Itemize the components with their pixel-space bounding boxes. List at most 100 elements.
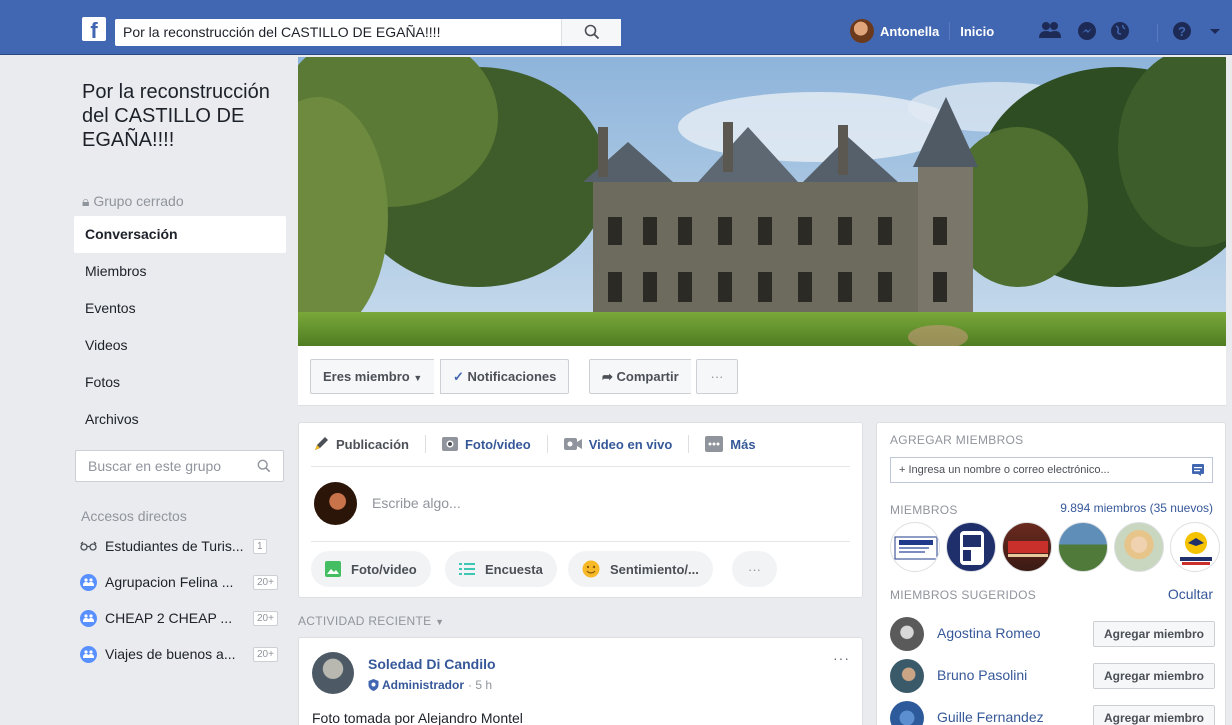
add-members-heading: AGREGAR MIEMBROS [890,433,1024,447]
tab-label: Más [730,436,756,452]
group-title[interactable]: Por la reconstrucción del CASTILLO DE EG… [82,80,282,152]
friend-requests-icon[interactable] [1038,21,1062,39]
more-options-pill[interactable]: ··· [732,551,777,587]
notifications-button[interactable]: ✓ Notificaciones [440,359,570,394]
feeling-pill[interactable]: Sentimiento/... [568,551,713,587]
shortcut-label: Agrupacion Felina ... [105,574,234,590]
group-privacy-status: 🔒︎ Grupo cerrado [82,193,184,210]
share-button[interactable]: ➦ Compartir [589,359,691,394]
author-role[interactable]: Administrador [382,678,464,692]
group-search-input[interactable] [76,451,246,481]
suggested-member-avatar[interactable] [890,701,924,725]
tab-divider [546,435,548,453]
post-meta: Administrador · 5 h [368,678,492,692]
nav-item-events[interactable]: Eventos [74,290,286,327]
nav-item-members[interactable]: Miembros [74,253,286,290]
composer-input[interactable]: Escribe algo... [372,495,461,511]
member-avatars [890,522,1226,572]
nav-item-videos[interactable]: Videos [74,327,286,364]
tab-label: Foto/video [464,436,531,452]
chevron-down-icon[interactable] [1209,28,1221,36]
search-icon [584,24,600,40]
activity-label: ACTIVIDAD RECIENTE [298,614,432,628]
caret-down-icon: ▼ [413,373,423,383]
add-member-field[interactable] [890,457,1213,483]
shortcut-item[interactable]: CHEAP 2 CHEAP ... 20+ [80,600,285,636]
suggested-members-heading: MIEMBROS SUGERIDOS [890,588,1037,602]
suggested-member-avatar[interactable] [890,659,924,693]
photo-video-pill[interactable]: Foto/video [311,551,431,587]
nav-item-files[interactable]: Archivos [74,401,286,438]
tab-label: Video en vivo [588,436,673,452]
notifications-globe-icon[interactable] [1110,21,1130,41]
shortcut-item[interactable]: Estudiantes de Turis... 1 [80,528,285,564]
post-options-button[interactable]: ··· [833,650,850,666]
member-status-button[interactable]: Eres miembro ▼ [310,359,435,394]
tab-photo-video[interactable]: Foto/video [441,436,531,452]
tab-label: Publicación [336,436,409,452]
recent-activity-sort[interactable]: ACTIVIDAD RECIENTE ▼ [298,614,444,628]
admin-shield-icon [368,679,379,691]
global-search-box[interactable]: Por la reconstrucción del CASTILLO DE EG… [115,19,621,46]
tab-more[interactable]: Más [705,436,756,452]
add-member-button[interactable]: Agregar miembro [1092,663,1215,689]
user-avatar [850,19,874,43]
group-left-nav: Conversación Miembros Eventos Videos Fot… [74,216,286,438]
suggested-member-name[interactable]: Agostina Romeo [937,625,1041,641]
member-avatar[interactable] [1170,522,1220,572]
share-arrow-icon: ➦ [602,369,613,384]
members-heading: MIEMBROS [890,503,958,517]
message-icon[interactable] [1192,464,1204,476]
suggested-member-avatar[interactable] [890,617,924,651]
search-icon[interactable] [257,459,271,473]
member-avatar[interactable] [1058,522,1108,572]
messenger-icon[interactable] [1077,21,1097,41]
hide-suggestions-link[interactable]: Ocultar [1168,586,1213,602]
facebook-logo[interactable]: f [82,17,106,41]
nav-item-photos[interactable]: Fotos [74,364,286,401]
search-button[interactable] [561,19,621,46]
shortcut-item[interactable]: Agrupacion Felina ... 20+ [80,564,285,600]
member-avatar[interactable] [1114,522,1164,572]
more-actions-button[interactable]: ··· [696,359,738,394]
suggested-member-name[interactable]: Guille Fernandez [937,709,1044,725]
group-icon [80,573,97,591]
post-author[interactable]: Soledad Di Candilo [368,656,496,672]
tab-publicacion[interactable]: Publicación [313,436,409,452]
profile-link[interactable]: Antonella Inicio [850,16,994,46]
tab-live-video[interactable]: Video en vivo [563,436,673,452]
post-composer: Publicación Foto/video Video en vivo Más… [298,422,863,598]
post-text: Foto tomada por Alejandro Montel [312,710,523,725]
add-member-input[interactable] [891,458,1181,482]
shortcut-count-badge: 20+ [253,646,278,662]
camera-icon [441,437,458,451]
author-avatar[interactable] [312,652,354,694]
add-member-button[interactable]: Agregar miembro [1092,705,1215,725]
shortcuts-list: Estudiantes de Turis... 1 Agrupacion Fel… [80,528,285,672]
composer-divider [311,541,850,542]
shortcut-label: Estudiantes de Turis... [105,538,244,554]
member-avatar[interactable] [1002,522,1052,572]
user-avatar[interactable] [314,482,357,525]
home-link[interactable]: Inicio [960,24,994,39]
add-member-button[interactable]: Agregar miembro [1092,621,1215,647]
cover-photo[interactable] [298,57,1226,346]
post-timestamp[interactable]: · 5 h [468,678,492,692]
pill-label: Sentimiento/... [610,561,699,577]
composer-tabs: Publicación Foto/video Video en vivo Más [313,435,772,453]
suggested-member-name[interactable]: Bruno Pasolini [937,667,1027,683]
member-avatar[interactable] [890,522,940,572]
help-icon[interactable]: ? [1172,21,1192,41]
member-avatar[interactable] [946,522,996,572]
svg-text:?: ? [1178,24,1186,39]
poll-pill[interactable]: Encuesta [445,551,557,587]
global-search-input[interactable]: Por la reconstrucción del CASTILLO DE EG… [123,24,440,40]
shortcut-item[interactable]: Viajes de buenos a... 20+ [80,636,285,672]
feed-post: Soledad Di Candilo Administrador · 5 h ·… [298,637,863,725]
nav-item-conversation[interactable]: Conversación [74,216,286,253]
smiley-icon [582,560,600,578]
group-search-box[interactable] [75,450,284,482]
members-count-link[interactable]: 9.894 miembros (35 nuevos) [1060,501,1213,515]
shortcut-label: CHEAP 2 CHEAP ... [105,610,233,626]
checkmark-icon: ✓ [453,369,464,384]
